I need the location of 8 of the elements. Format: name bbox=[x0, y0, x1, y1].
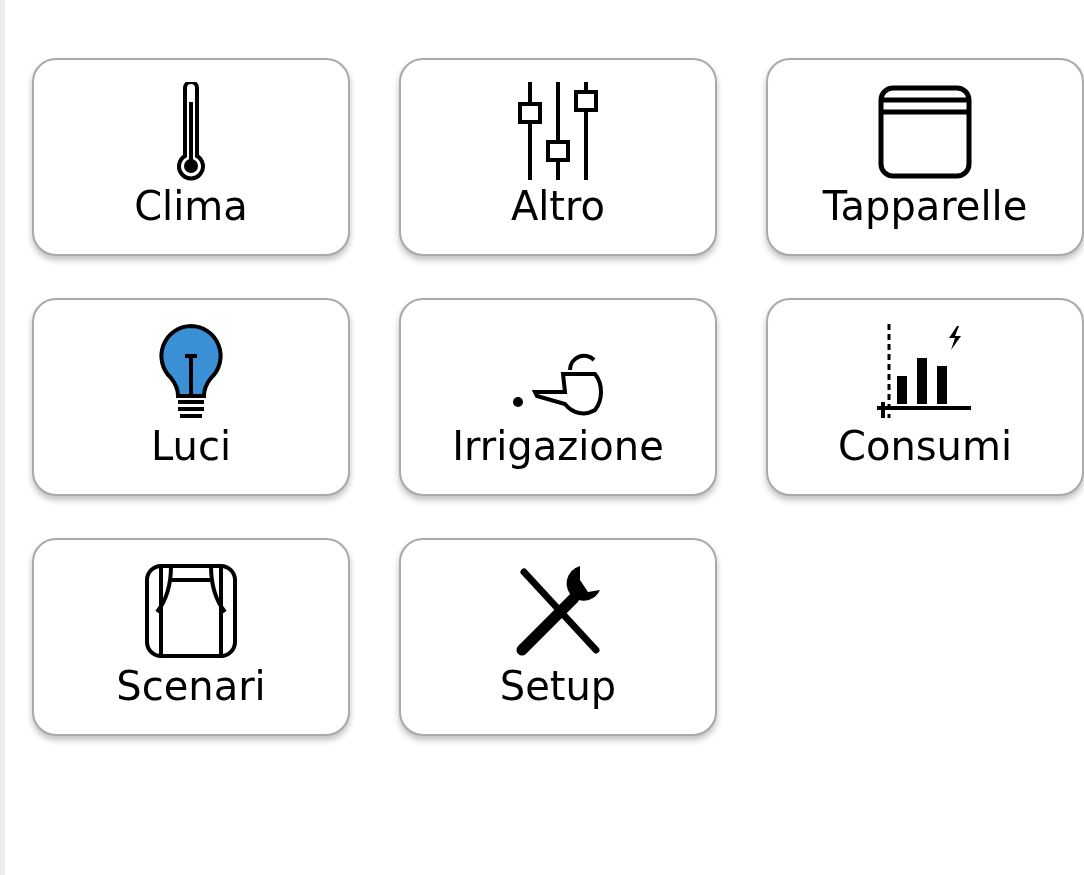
menu-tile[interactable]: Luci bbox=[32, 298, 350, 496]
menu-tile[interactable]: Consumi bbox=[766, 298, 1084, 496]
menu-tile[interactable]: Tapparelle bbox=[766, 58, 1084, 256]
menu-tile[interactable]: Clima bbox=[32, 58, 350, 256]
menu-tile[interactable]: Scenari bbox=[32, 538, 350, 736]
menu-tile[interactable]: Setup bbox=[399, 538, 717, 736]
menu-tile[interactable]: Altro bbox=[399, 58, 717, 256]
menu-tile[interactable]: Irrigazione bbox=[399, 298, 717, 496]
